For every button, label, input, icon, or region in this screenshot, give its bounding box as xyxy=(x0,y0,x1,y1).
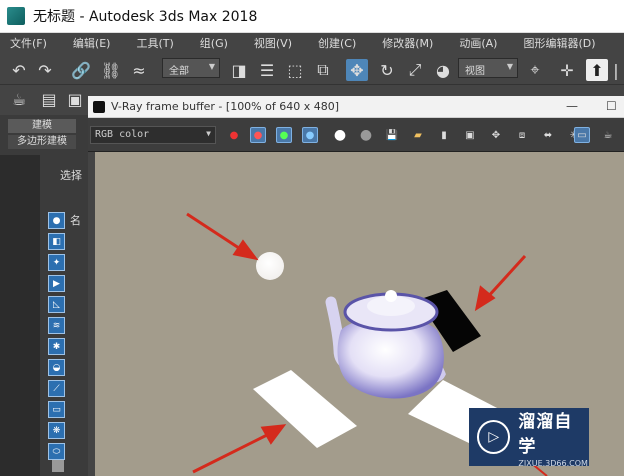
create-icons-column: ● ◧ ✦ ▶ ◺ ≋ ✱ ◒ ⟋ ▭ ❋ ⬭ xyxy=(48,212,66,464)
reference-coord-dropdown[interactable]: 视图 ▼ xyxy=(458,58,518,78)
name-label: 名 xyxy=(70,214,81,227)
select-manipulate-icon[interactable]: ✛ xyxy=(556,59,578,81)
lights-icon[interactable]: ✦ xyxy=(48,254,65,271)
alpha-channel-icon[interactable]: ● xyxy=(332,127,348,143)
bind-spacewarp-icon[interactable]: ≈ xyxy=(128,59,150,81)
app-titlebar: 无标题 - Autodesk 3ds Max 2018 xyxy=(0,0,624,33)
blue-channel-icon[interactable]: ● xyxy=(302,127,318,143)
link-icon[interactable]: 🔗 xyxy=(70,59,92,81)
chevron-down-icon: ▼ xyxy=(208,62,215,71)
select-object-icon[interactable]: ◨ xyxy=(228,59,250,81)
unlink-icon[interactable]: ⛓ xyxy=(100,59,122,81)
menu-modifiers[interactable]: 修改器(M) xyxy=(382,35,433,51)
redo-icon[interactable]: ↷ xyxy=(34,59,56,81)
systems-icon[interactable]: ✱ xyxy=(48,338,65,355)
chevron-down-icon: ▼ xyxy=(506,62,513,71)
red-channel-icon[interactable]: ● xyxy=(250,127,266,143)
track-mouse-icon[interactable]: ✥ xyxy=(488,127,504,143)
placement-icon[interactable]: ◕ xyxy=(432,59,454,81)
channel-dropdown[interactable]: RGB color ▼ xyxy=(90,126,216,144)
clear-image-icon[interactable]: ▮ xyxy=(436,127,452,143)
minimize-icon[interactable]: — xyxy=(566,99,578,113)
watermark-url: ZIXUE.3D66.COM xyxy=(518,458,588,468)
vray-logo-icon xyxy=(93,100,105,113)
spacewarps-icon[interactable]: ≋ xyxy=(48,317,65,334)
vfb-title: V-Ray frame buffer - [100% of 640 x 480] xyxy=(111,100,340,113)
green-channel-icon[interactable]: ● xyxy=(276,127,292,143)
selection-filter-value: 全部 xyxy=(169,66,189,77)
undo-icon[interactable]: ↶ xyxy=(8,59,30,81)
menu-animation[interactable]: 动画(A) xyxy=(459,35,497,51)
sphere-light xyxy=(256,252,284,280)
render-setup-icon[interactable]: ☕ xyxy=(8,88,30,110)
motion-icon[interactable]: ⟋ xyxy=(48,380,65,397)
hierarchy-icon[interactable]: ◒ xyxy=(48,359,65,376)
teapot xyxy=(325,290,446,399)
display-icon[interactable]: ▭ xyxy=(48,401,65,418)
watermark-brand: 溜溜自学 xyxy=(518,411,573,457)
select-by-name-icon[interactable]: ☰ xyxy=(256,59,278,81)
selection-filter-dropdown[interactable]: 全部 ▼ xyxy=(162,58,220,78)
modify-icon[interactable]: ⬭ xyxy=(48,443,65,460)
rgb-channels-icon[interactable]: ● xyxy=(226,127,242,143)
menu-views[interactable]: 视图(V) xyxy=(254,35,292,51)
copy-image-icon[interactable]: ▣ xyxy=(462,127,478,143)
cameras-icon[interactable]: ▶ xyxy=(48,275,65,292)
menu-create[interactable]: 创建(C) xyxy=(318,35,356,51)
pivot-icon[interactable]: ⌖ xyxy=(524,59,546,81)
shapes-icon[interactable]: ◧ xyxy=(48,233,65,250)
rendered-frame-window-icon[interactable]: ▣ xyxy=(64,88,86,110)
save-image-icon[interactable]: 💾 xyxy=(384,127,400,143)
watermark-text: 溜溜自学 ZIXUE.3D66.COM xyxy=(518,407,589,468)
render-last-icon[interactable]: ☕ xyxy=(600,127,616,143)
move-icon[interactable]: ✥ xyxy=(346,59,368,81)
maximize-icon[interactable]: ☐ xyxy=(606,99,617,113)
panel-bottom-icon[interactable] xyxy=(52,460,64,472)
menu-tools[interactable]: 工具(T) xyxy=(136,35,173,51)
region-render-icon[interactable]: ⧈ xyxy=(514,127,530,143)
rotate-icon[interactable]: ↻ xyxy=(376,59,398,81)
vfb-toolbar: RGB color ▼ ● ● ● ● ● ● 💾 ▰ ▮ ▣ ✥ ⧈ ⬌ ✳ … xyxy=(88,118,624,152)
ribbon-strip xyxy=(0,155,40,476)
menu-edit[interactable]: 编辑(E) xyxy=(73,35,111,51)
scale-icon[interactable]: ⤢ xyxy=(404,59,426,81)
tab-modeling[interactable]: 建模 xyxy=(8,119,76,133)
channel-value: RGB color xyxy=(95,129,150,140)
menu-bar: 文件(F) 编辑(E) 工具(T) 组(G) 视图(V) 创建(C) 修改器(M… xyxy=(0,33,624,53)
link-to-render-icon[interactable]: ⬌ xyxy=(540,127,556,143)
menu-file[interactable]: 文件(F) xyxy=(10,35,47,51)
main-toolbar: ↶ ↷ 🔗 ⛓ ≈ 全部 ▼ ◨ ☰ ⬚ ⧉ ✥ ↻ ⤢ ◕ 视图 ▼ ⌖ ✛ … xyxy=(0,53,624,85)
vfb-titlebar: V-Ray frame buffer - [100% of 640 x 480]… xyxy=(88,96,624,118)
watermark-badge: ▷ 溜溜自学 ZIXUE.3D66.COM xyxy=(469,407,589,468)
play-logo-icon: ▷ xyxy=(477,420,511,454)
load-image-icon[interactable]: ▰ xyxy=(410,127,426,143)
3dsmax-app-icon xyxy=(7,7,25,25)
command-panel: 建模 多边形建模 选择 名 ● ◧ ✦ ▶ ◺ ≋ ✱ ◒ ⟋ ▭ ❋ ⬭ xyxy=(0,115,88,476)
menu-group[interactable]: 组(G) xyxy=(200,35,228,51)
material-editor-icon[interactable]: ▤ xyxy=(38,88,60,110)
utilities-icon[interactable]: ❋ xyxy=(48,422,65,439)
rect-selection-icon[interactable]: ⬚ xyxy=(284,59,306,81)
display-correction-icon[interactable]: ▭ xyxy=(574,127,590,143)
menu-graph-editors[interactable]: 图形编辑器(D) xyxy=(523,35,595,51)
geometry-icon[interactable]: ● xyxy=(48,212,65,229)
reference-coord-value: 视图 xyxy=(465,66,485,77)
keyboard-shortcut-icon[interactable]: ⬆ xyxy=(586,59,608,81)
snap-icon[interactable]: | xyxy=(610,59,622,81)
helpers-icon[interactable]: ◺ xyxy=(48,296,65,313)
window-crossing-icon[interactable]: ⧉ xyxy=(312,59,334,81)
chevron-down-icon: ▼ xyxy=(206,129,211,138)
tab-poly-modeling[interactable]: 多边形建模 xyxy=(8,135,76,149)
window-title: 无标题 - Autodesk 3ds Max 2018 xyxy=(33,9,258,25)
select-label: 选择 xyxy=(60,169,82,182)
mono-channel-icon[interactable]: ● xyxy=(358,127,374,143)
